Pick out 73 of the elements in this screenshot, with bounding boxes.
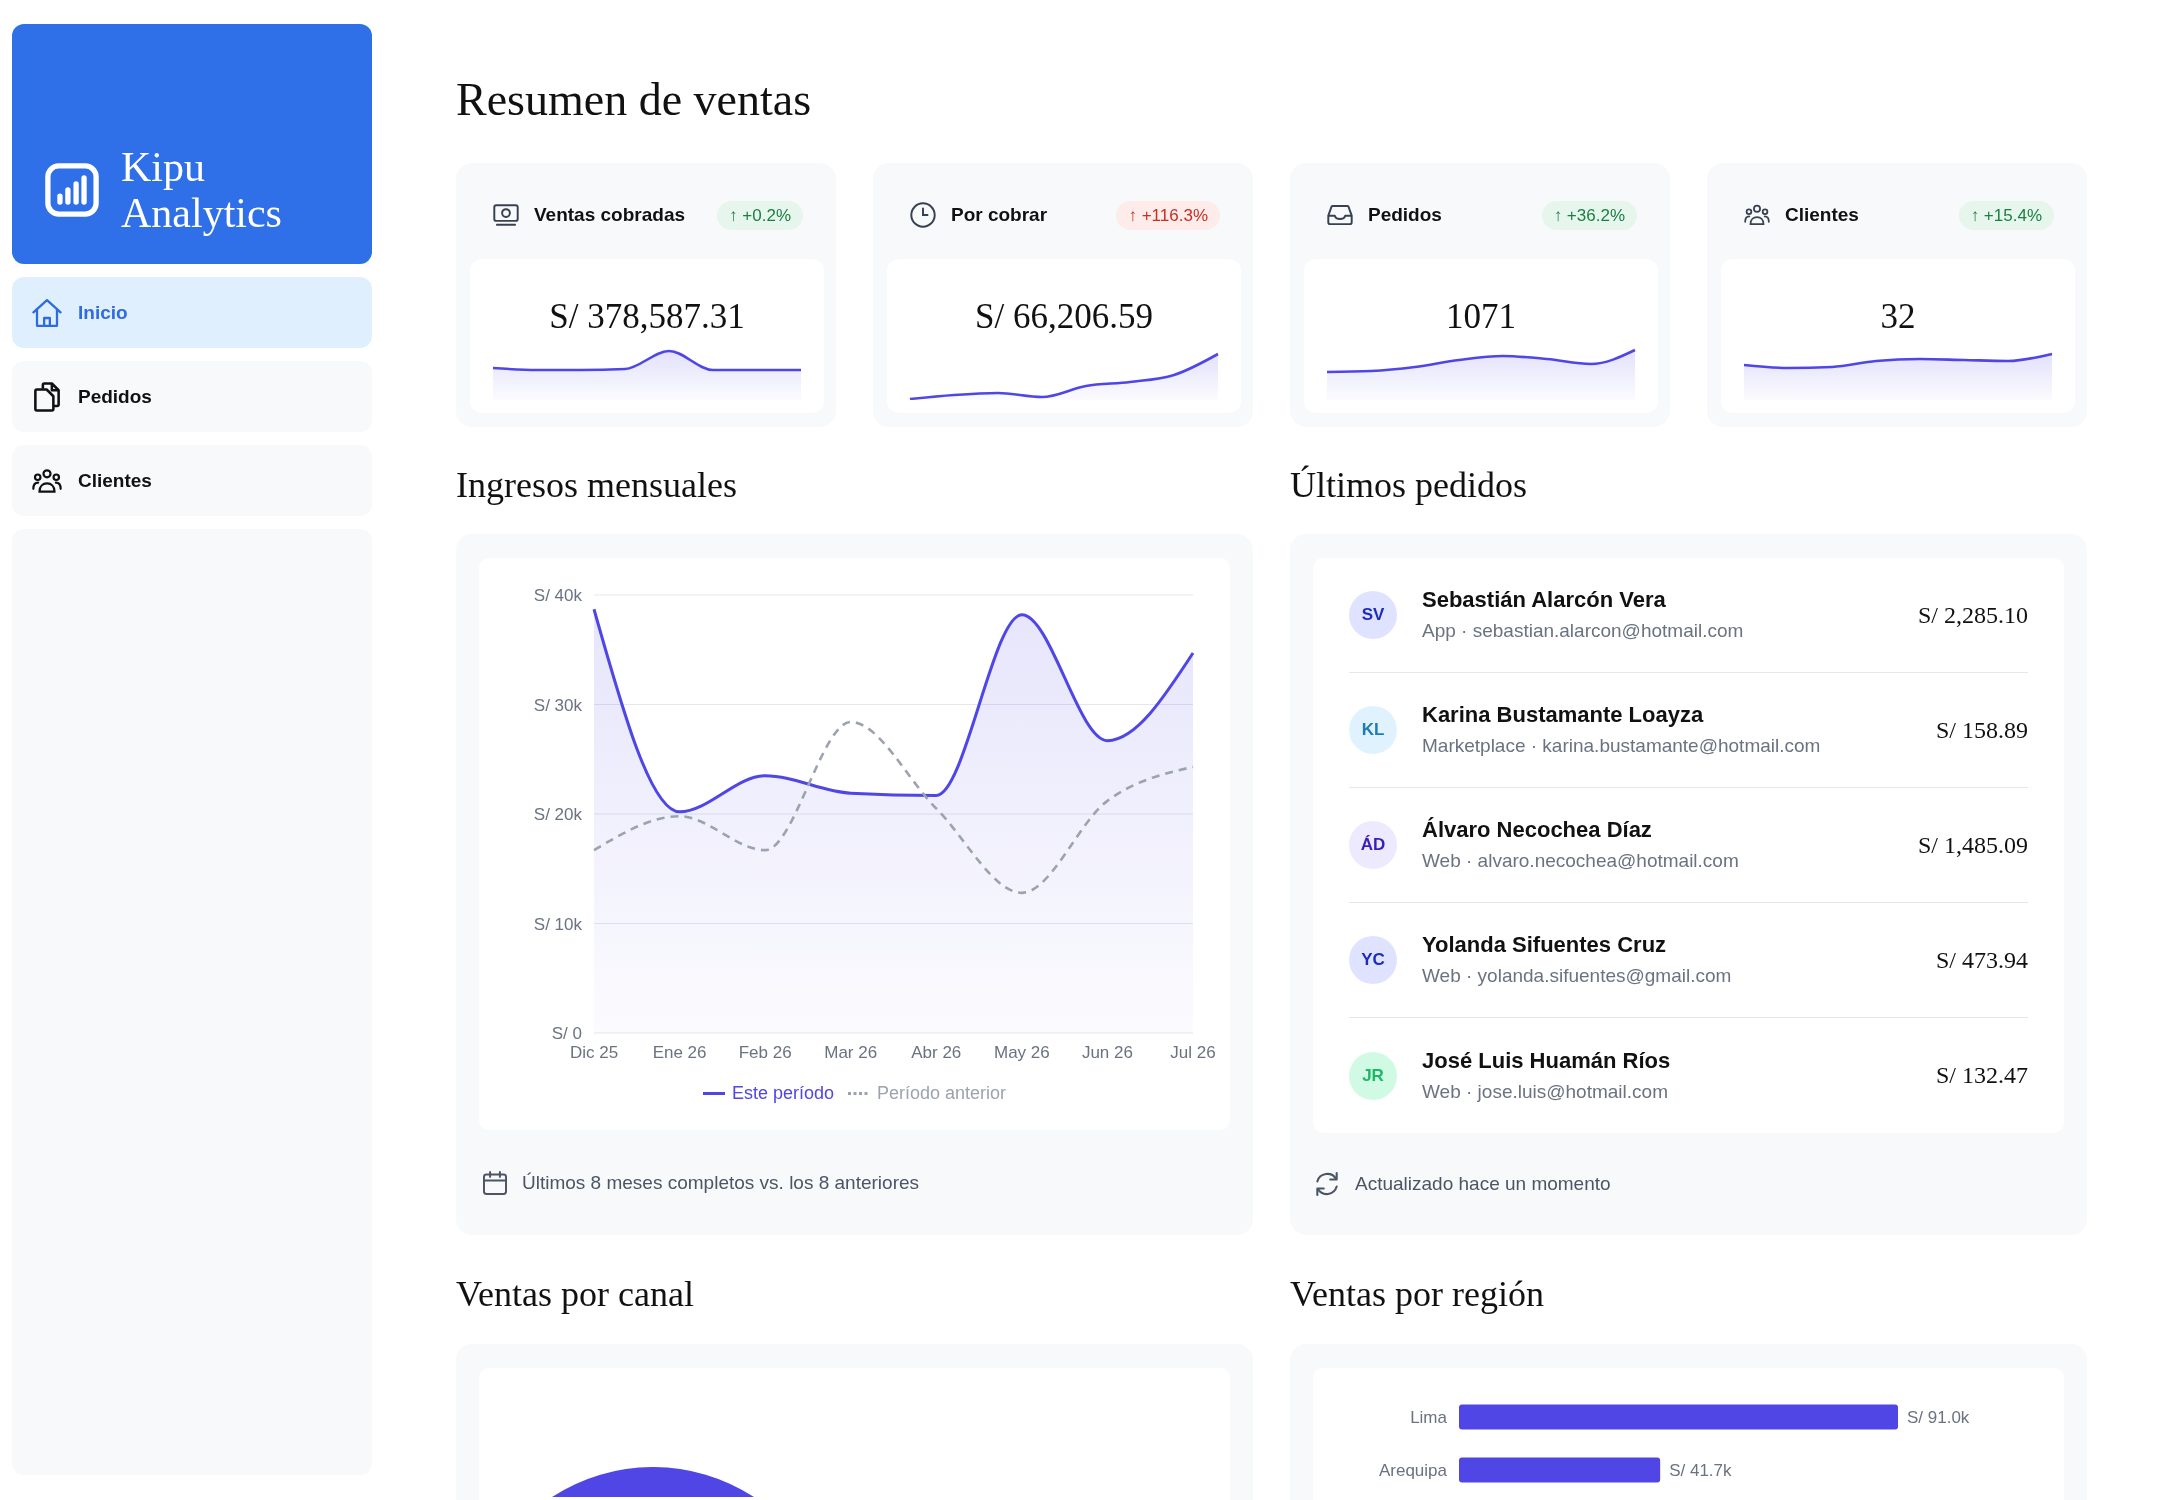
order-amount: S/ 2,285.10 — [1918, 601, 2028, 629]
order-amount: S/ 158.89 — [1936, 716, 2028, 744]
section-title: Últimos pedidos — [1290, 464, 1527, 507]
kpi-label: Por cobrar — [951, 204, 1048, 226]
initials-avatar: ÁD — [1349, 821, 1397, 869]
category-label: Lima — [1410, 1408, 1447, 1427]
nav-item[interactable]: Clientes — [12, 445, 372, 516]
nav-item[interactable]: Pedidos — [12, 361, 372, 432]
kpi-label: Pedidos — [1368, 204, 1442, 226]
home-icon — [32, 297, 62, 328]
tray-icon — [1327, 202, 1353, 228]
y-axis-label: S/ 10k — [533, 914, 582, 934]
documents-icon — [32, 381, 62, 412]
order-detail: Web · yolanda.sifuentes@gmail.com — [1422, 964, 1732, 988]
x-axis-label: Jun 26 — [1081, 1043, 1133, 1062]
update-note: Actualizado hace un momento — [1355, 1173, 1611, 1195]
y-axis-label: S/ 30k — [533, 695, 582, 715]
order-detail: Web · alvaro.necochea@hotmail.com — [1422, 849, 1739, 873]
order-amount: S/ 132.47 — [1936, 1062, 2028, 1089]
x-axis-label: Jul 26 — [1170, 1043, 1216, 1062]
x-axis-label: Ene 26 — [652, 1043, 707, 1062]
customer-name: José Luis Huamán Ríos — [1422, 1046, 1671, 1075]
section-title: Ventas por canal — [456, 1273, 694, 1316]
x-axis-label: Mar 26 — [824, 1043, 878, 1062]
kpi-label: Ventas cobradas — [534, 204, 686, 226]
y-axis-label: S/ 40k — [533, 586, 582, 605]
x-axis-label: Dic 25 — [569, 1043, 619, 1062]
section-title: Ingresos mensuales — [456, 464, 737, 507]
order-detail: Marketplace · karina.bustamante@hotmail.com — [1422, 734, 1821, 758]
kpi-label: Clientes — [1785, 204, 1859, 226]
legend-label: Período anterior — [877, 1082, 1007, 1104]
order-detail: App · sebastian.alarcon@hotmail.com — [1422, 619, 1744, 643]
legend-label: Este período — [731, 1082, 834, 1104]
order-detail: Web · jose.luis@hotmail.com — [1422, 1079, 1668, 1104]
kpi-value: S/ 66,206.59 — [975, 296, 1153, 338]
brand-name: Kipu Analytics — [121, 144, 282, 236]
initials-avatar: KL — [1349, 706, 1397, 754]
kpi-value: 1071 — [1446, 296, 1516, 338]
initials-avatar: SV — [1349, 591, 1397, 639]
x-axis-label: Abr 26 — [911, 1043, 962, 1062]
customer-name: Álvaro Necochea Díaz — [1422, 816, 1652, 844]
refresh-icon — [1315, 1172, 1339, 1196]
change-badge: ↑ +0.2% — [717, 200, 803, 230]
order-amount: S/ 1,485.09 — [1918, 831, 2028, 859]
clock-icon — [910, 202, 936, 228]
customer-name: Karina Bustamante Loayza — [1422, 701, 1704, 729]
kpi-value: 32 — [1880, 296, 1916, 338]
value-label: S/ 41.7k — [1669, 1461, 1732, 1480]
y-axis-label: S/ 0 — [551, 1024, 582, 1043]
chart-footnote: Últimos 8 meses completos vs. los 8 anteriores — [522, 1171, 920, 1194]
banknote-icon — [493, 202, 519, 228]
x-axis-label: Feb 26 — [738, 1043, 792, 1062]
page-title: Resumen de ventas — [456, 73, 812, 127]
legend-dashed-line-icon — [848, 1091, 870, 1095]
value-label: S/ 91.0k — [1907, 1408, 1970, 1427]
bar-chart-icon — [45, 163, 99, 217]
category-label: Arequipa — [1378, 1461, 1447, 1480]
initials-avatar: YC — [1349, 936, 1397, 984]
initials-avatar: JR — [1349, 1051, 1397, 1100]
change-badge: ↑ +116.3% — [1116, 200, 1220, 230]
section-title: Ventas por región — [1290, 1273, 1544, 1316]
calendar-icon — [483, 1170, 507, 1195]
people-icon — [1744, 202, 1770, 228]
customer-name: Yolanda Sifuentes Cruz — [1422, 931, 1667, 959]
y-axis-label: S/ 20k — [533, 805, 582, 824]
x-axis-label: May 26 — [994, 1043, 1050, 1062]
nav-item[interactable]: Inicio — [12, 277, 372, 348]
change-badge: ↑ +36.2% — [1541, 200, 1637, 230]
kpi-value: S/ 378,587.31 — [549, 296, 745, 338]
order-amount: S/ 473.94 — [1936, 946, 2028, 974]
change-badge: ↑ +15.4% — [1958, 200, 2054, 230]
customer-name: Sebastián Alarcón Vera — [1422, 586, 1666, 614]
legend-line-icon — [702, 1091, 725, 1095]
